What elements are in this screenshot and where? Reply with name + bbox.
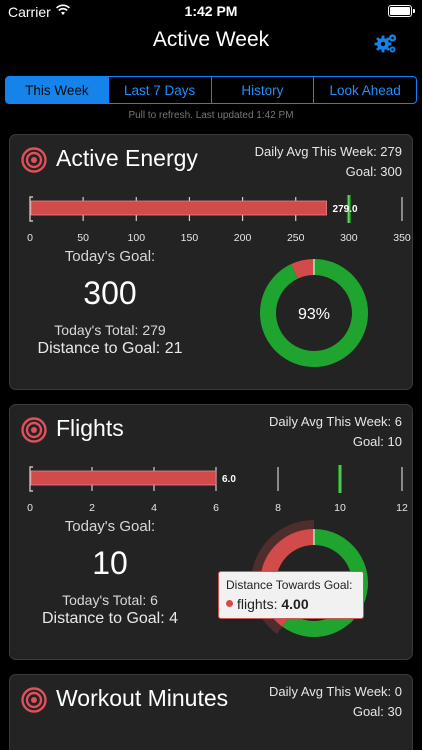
tooltip-series: flights:: [237, 596, 278, 612]
tooltip-title: Distance Towards Goal:: [226, 578, 353, 592]
tick-label: 50: [77, 232, 89, 244]
goal-summary: Goal: 10: [352, 434, 402, 449]
daily-average: Daily Avg This Week: 0: [269, 684, 402, 699]
tick-label: 12: [396, 502, 408, 514]
goal-summary: Goal: 300: [345, 164, 402, 179]
target-icon: [21, 687, 47, 713]
todays-total: Today's Total: 6: [62, 592, 158, 608]
data-label: 6.0: [222, 474, 236, 485]
goal-progress-ring[interactable]: 93%: [258, 257, 370, 369]
tick-label: 0: [27, 502, 33, 514]
daily-average: Daily Avg This Week: 6: [269, 414, 402, 429]
workout-minutes-card[interactable]: Workout Minutes Daily Avg This Week: 0 G…: [9, 674, 413, 750]
distance-to-goal: Distance to Goal: 21: [37, 340, 183, 357]
flights-card[interactable]: Flights Daily Avg This Week: 6 Goal: 10 …: [9, 404, 413, 660]
tick-label: 350: [393, 232, 411, 244]
value-bar: [30, 200, 327, 216]
weekly-summary: Daily Avg This Week: 279 Goal: 300: [255, 142, 402, 182]
goal-block: Today's Goal: 300 Today's Total: 279 Dis…: [20, 248, 200, 358]
active-energy-card[interactable]: Active Energy Daily Avg This Week: 279 G…: [9, 134, 413, 390]
segment-history[interactable]: History: [210, 77, 314, 103]
distance-to-goal: Distance to Goal: 4: [41, 610, 179, 627]
tick-label: 250: [287, 232, 305, 244]
tick-label: 8: [275, 502, 281, 514]
metric-title: Active Energy: [56, 145, 198, 171]
chart-tooltip: Distance Towards Goal: flights: 4.00: [218, 571, 364, 619]
page-title: Active Week: [152, 28, 270, 51]
tick-label: 200: [234, 232, 252, 244]
todays-goal-value: 300: [83, 275, 137, 311]
todays-goal-label: Today's Goal:: [64, 248, 156, 265]
data-label: 279.0: [333, 204, 358, 215]
target-icon: [21, 417, 47, 443]
goal-summary: Goal: 30: [352, 704, 402, 719]
tick-label: 300: [340, 232, 358, 244]
tick-label: 4: [151, 502, 157, 514]
todays-total: Today's Total: 279: [54, 322, 166, 338]
progress-percent: 93%: [298, 306, 330, 323]
segment-look-ahead[interactable]: Look Ahead: [313, 77, 416, 103]
segment-last-7-days[interactable]: Last 7 Days: [107, 77, 211, 103]
series-dot-icon: [226, 600, 233, 607]
tick-label: 100: [128, 232, 146, 244]
target-icon: [21, 147, 47, 173]
refresh-status: Pull to refresh. Last updated 1:42 PM: [128, 110, 294, 121]
tick-label: 6: [213, 502, 219, 514]
tick-label: 0: [27, 232, 33, 244]
period-segmented-control: This Week Last 7 Days History Look Ahead: [5, 76, 417, 104]
gear-icon[interactable]: [374, 32, 398, 56]
tick-label: 10: [334, 502, 346, 514]
weekly-summary: Daily Avg This Week: 6 Goal: 10: [269, 412, 402, 452]
segment-this-week[interactable]: This Week: [6, 77, 108, 103]
battery-icon: [388, 5, 415, 17]
status-bar: Carrier 1:42 PM: [0, 0, 422, 24]
goal-block: Today's Goal: 10 Today's Total: 6 Distan…: [20, 518, 200, 628]
tick-label: 150: [181, 232, 199, 244]
tooltip-value: 4.00: [281, 596, 309, 612]
tooltip-row: flights: 4.00: [226, 596, 356, 612]
todays-goal-value: 10: [92, 545, 128, 581]
tick-label: 2: [89, 502, 95, 514]
metric-title: Flights: [56, 415, 124, 441]
daily-average: Daily Avg This Week: 279: [254, 144, 402, 159]
weekly-summary: Daily Avg This Week: 0 Goal: 30: [269, 682, 402, 722]
progress-bar-chart: 0 2 4 6 8 10 12 6.0: [27, 465, 408, 514]
status-time: 1:42 PM: [184, 3, 238, 19]
progress-bar-chart: 0 50 100 150 200 250 300 350 279.0: [27, 195, 411, 244]
todays-goal-label: Today's Goal:: [64, 518, 156, 535]
metric-title: Workout Minutes: [56, 685, 229, 711]
value-bar: [30, 470, 217, 486]
